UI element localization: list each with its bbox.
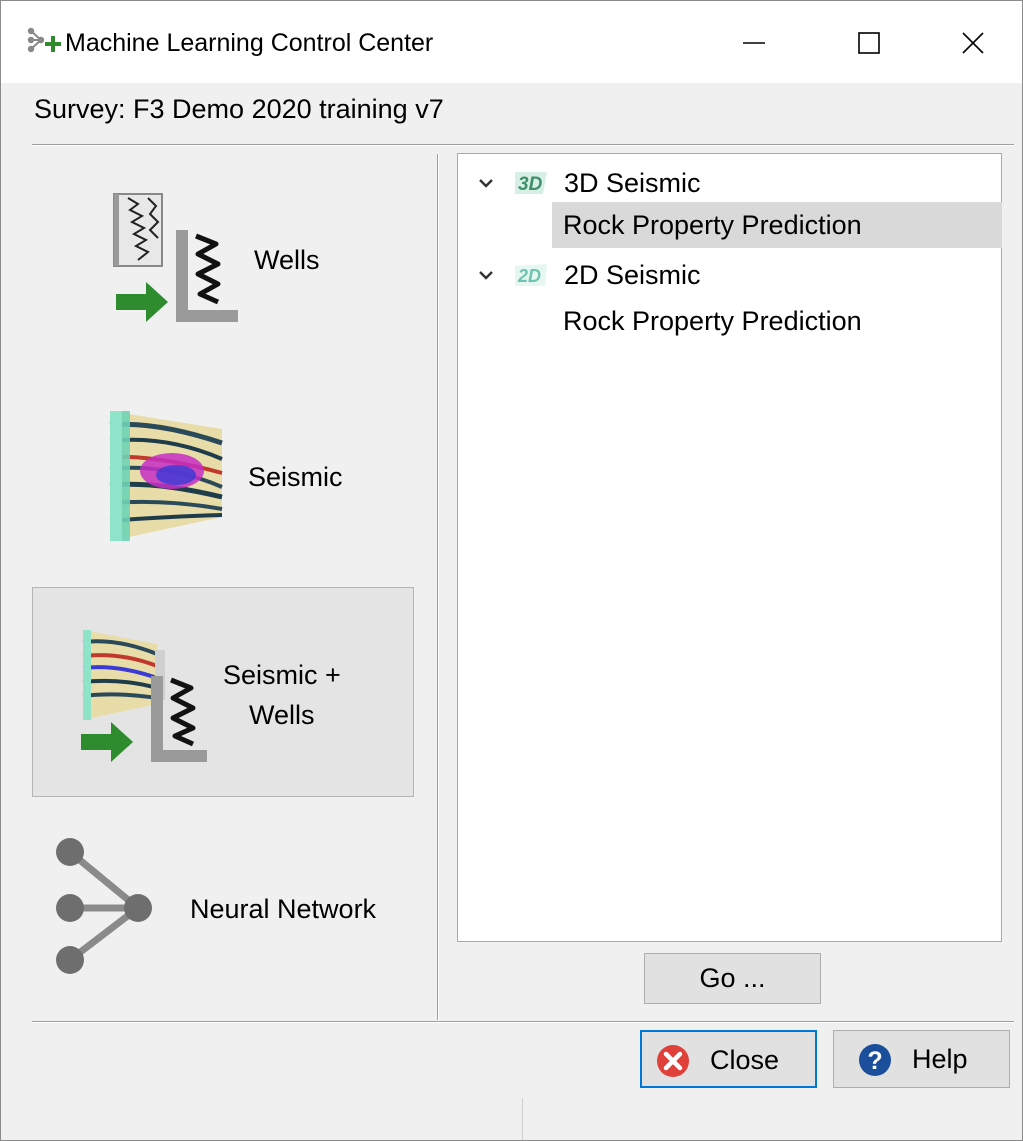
divider bbox=[32, 1021, 1014, 1023]
tree-item-label: Rock Property Prediction bbox=[563, 306, 862, 336]
help-button[interactable]: ? Help bbox=[833, 1030, 1010, 1088]
tree-item-2d-rock-property-prediction[interactable]: Rock Property Prediction bbox=[552, 298, 1002, 344]
wells-icon bbox=[108, 190, 242, 329]
tree-group-2d-seismic[interactable]: 2D 2D Seismic bbox=[458, 252, 1001, 298]
vertical-divider bbox=[437, 154, 439, 1020]
survey-label: Survey: F3 Demo 2020 training v7 bbox=[34, 94, 444, 124]
close-circle-icon bbox=[656, 1044, 690, 1085]
neural-network-button[interactable]: Neural Network bbox=[32, 808, 414, 1018]
maximize-icon bbox=[858, 32, 880, 54]
chevron-down-icon[interactable] bbox=[478, 268, 494, 286]
seismic-label: Seismic bbox=[248, 462, 343, 492]
seismic-button[interactable]: Seismic bbox=[32, 377, 414, 587]
ml-network-plus-icon bbox=[27, 27, 63, 62]
2d-badge-text: 2D bbox=[517, 266, 541, 286]
status-bar-divider bbox=[522, 1098, 523, 1140]
window-close-button[interactable] bbox=[923, 1, 1023, 83]
2d-badge-icon: 2D bbox=[513, 262, 549, 293]
neural-network-label: Neural Network bbox=[190, 894, 377, 924]
workflow-tree[interactable]: 3D 3D Seismic Rock Property Prediction 2… bbox=[457, 153, 1002, 942]
close-icon bbox=[962, 32, 984, 54]
chevron-down-icon[interactable] bbox=[478, 176, 494, 194]
divider bbox=[32, 144, 1014, 146]
3d-badge-icon: 3D bbox=[513, 170, 549, 201]
tree-group-label: 2D Seismic bbox=[564, 260, 701, 290]
neural-network-icon bbox=[50, 832, 160, 985]
seismic-icon bbox=[96, 405, 232, 550]
wells-label: Wells bbox=[254, 245, 320, 275]
help-question-icon: ? bbox=[858, 1043, 892, 1084]
close-button-label: Close bbox=[710, 1045, 780, 1075]
seismic-wells-icon bbox=[77, 626, 213, 771]
3d-badge-text: 3D bbox=[518, 174, 543, 195]
close-button[interactable]: Close bbox=[640, 1030, 817, 1088]
tree-item-label: Rock Property Prediction bbox=[563, 210, 862, 240]
minimize-button[interactable] bbox=[704, 1, 804, 83]
wells-button[interactable]: Wells bbox=[32, 160, 414, 370]
title-bar[interactable]: Machine Learning Control Center bbox=[1, 1, 1022, 83]
minimize-icon bbox=[743, 42, 765, 44]
seismic-wells-button[interactable]: Seismic + Wells bbox=[32, 587, 414, 797]
tree-group-label: 3D Seismic bbox=[564, 168, 701, 198]
svg-text:?: ? bbox=[867, 1047, 882, 1075]
maximize-button[interactable] bbox=[819, 1, 919, 83]
tree-item-3d-rock-property-prediction[interactable]: Rock Property Prediction bbox=[552, 202, 1002, 248]
seismic-wells-label-line2: Wells bbox=[249, 700, 315, 730]
go-button[interactable]: Go ... bbox=[644, 953, 821, 1004]
help-button-label: Help bbox=[912, 1044, 968, 1074]
window-title: Machine Learning Control Center bbox=[65, 29, 434, 57]
seismic-wells-label-line1: Seismic + bbox=[223, 660, 341, 690]
tree-group-3d-seismic[interactable]: 3D 3D Seismic bbox=[458, 160, 1001, 206]
